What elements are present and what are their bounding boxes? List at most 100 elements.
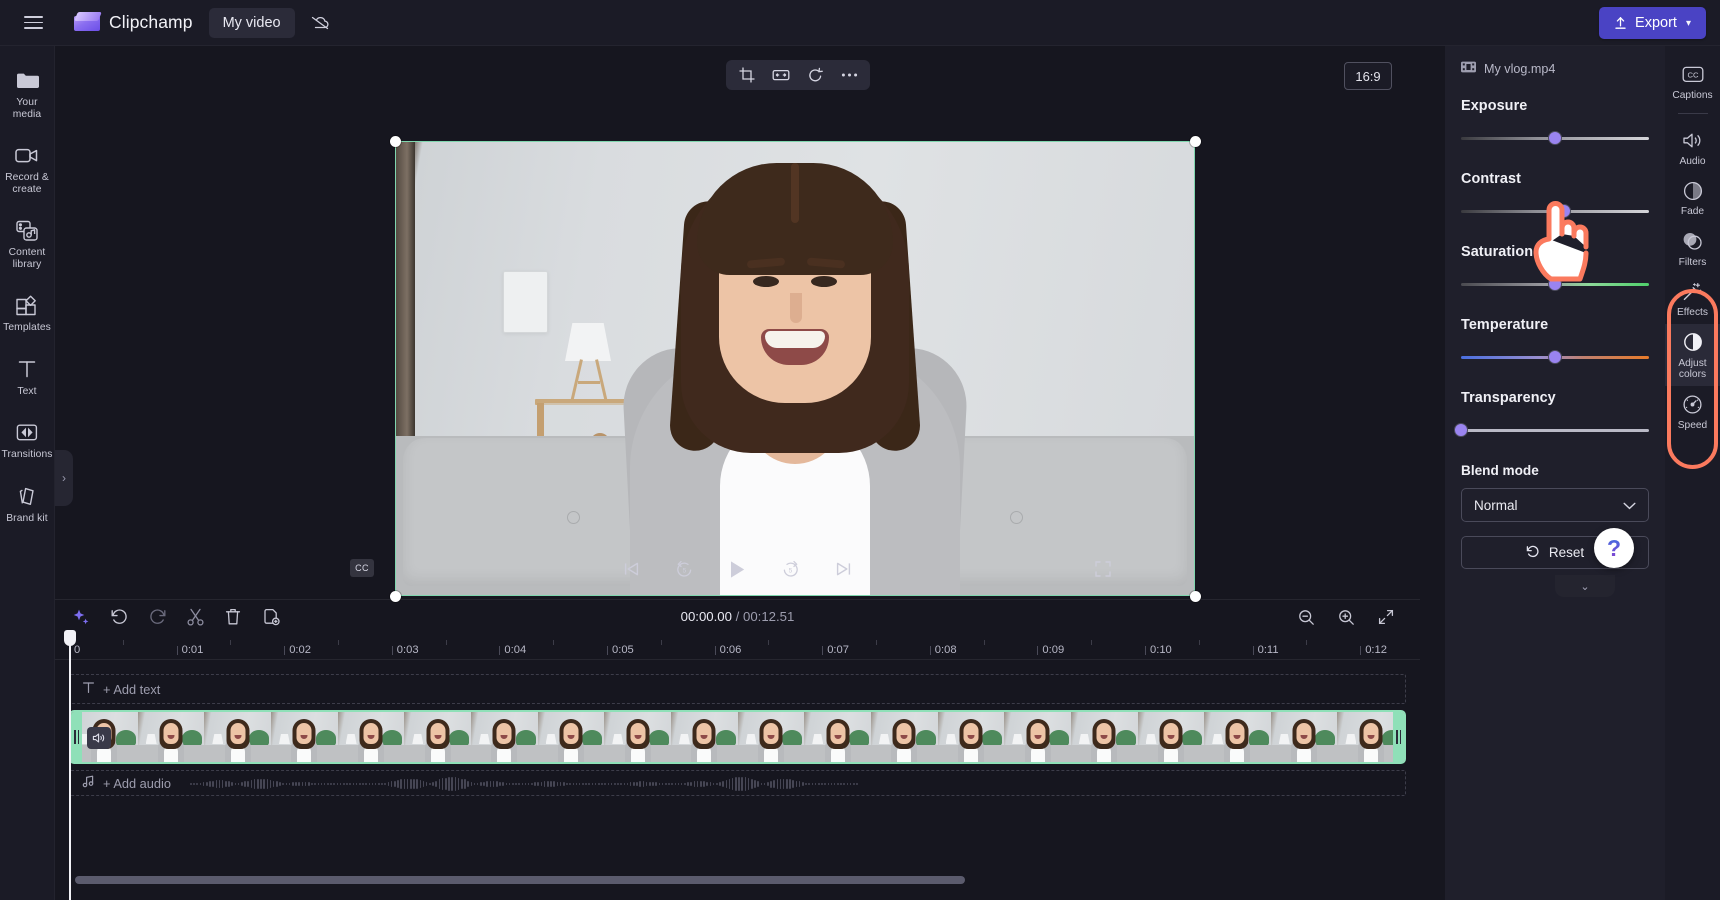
video-camera-icon (15, 144, 39, 167)
flip-horizontal-icon[interactable] (766, 62, 796, 88)
sidebar-item-label: Content (8, 247, 46, 258)
transitions-icon (15, 421, 39, 444)
forward-5-icon[interactable]: 5 (777, 555, 805, 583)
ellipsis-icon[interactable] (834, 62, 864, 88)
total-time: 00:12.51 (743, 609, 795, 624)
export-label: Export (1635, 15, 1677, 31)
clip-audio-icon[interactable] (87, 727, 111, 749)
music-note-icon (82, 775, 95, 791)
sidebar-item-transitions[interactable]: Transitions (0, 412, 55, 467)
saturation-label: Saturation (1461, 244, 1534, 260)
left-sidebar: Your media Record & create Content libra… (0, 46, 55, 900)
tab-label: Filters (1678, 256, 1707, 268)
fade-icon (1681, 179, 1705, 202)
add-text-track[interactable]: + Add text (69, 674, 1406, 704)
slider-thumb[interactable] (1454, 423, 1468, 437)
brand: Clipchamp (74, 11, 193, 34)
ruler-minor-tick (660, 640, 662, 645)
playhead-knob[interactable] (64, 630, 76, 646)
folder-icon (15, 69, 39, 92)
skip-end-icon[interactable] (830, 555, 858, 583)
sidebar-item-content-library[interactable]: Content library (0, 210, 55, 276)
rotate-icon[interactable] (800, 62, 830, 88)
ruler-label: 0:12 (1365, 644, 1387, 656)
timeline-ruler[interactable]: 0 0:01 0:02 0:03 0:04 0:05 0:06 0:07 0:08 0:09 0:1… (55, 634, 1420, 660)
sidebar-item-your-media[interactable]: Your media (0, 60, 55, 126)
sidebar-item-brand-kit[interactable]: Brand kit (0, 476, 55, 531)
cloud-off-icon[interactable] (303, 8, 337, 38)
video-clip[interactable] (69, 710, 1406, 764)
skip-start-icon[interactable] (618, 555, 646, 583)
clip-thumbnail (470, 712, 538, 762)
sidebar-item-label: Record & (5, 172, 49, 183)
collapse-panel-chevron[interactable]: ⌄ (1555, 575, 1615, 597)
tab-fade[interactable]: Fade (1665, 172, 1720, 223)
slider-thumb[interactable] (1557, 204, 1572, 218)
sidebar-item-templates[interactable]: Templates (0, 285, 55, 340)
tab-filters[interactable]: Filters (1665, 223, 1720, 274)
expand-left-panel-button[interactable]: › (55, 450, 73, 506)
tab-effects[interactable]: Effects (1665, 273, 1720, 324)
tab-speed[interactable]: Speed (1665, 386, 1720, 437)
ruler-minor-tick (1198, 640, 1200, 645)
sidebar-item-label: Brand kit (6, 512, 48, 524)
crop-icon[interactable] (732, 62, 762, 88)
exposure-label: Exposure (1461, 98, 1528, 114)
right-sidebar: CC Captions Audio Fade Filters Effects A… (1665, 46, 1720, 900)
clip-trim-handle-left[interactable] (71, 712, 82, 762)
resize-handle-top-right[interactable] (1189, 135, 1201, 147)
clipchamp-logo-icon (74, 11, 102, 34)
help-button[interactable]: ? (1594, 528, 1634, 568)
timeline-tracks: + Add text + Add audio (55, 660, 1420, 796)
transparency-slider[interactable] (1454, 423, 1649, 437)
aspect-ratio-button[interactable]: 16:9 (1344, 62, 1392, 90)
temperature-slider[interactable] (1461, 350, 1649, 364)
ruler-label: 0:11 (1257, 644, 1279, 656)
add-audio-track[interactable]: + Add audio (69, 770, 1406, 796)
contrast-slider[interactable] (1461, 204, 1649, 218)
clip-thumbnail (1204, 712, 1271, 762)
ruler-minor-tick (553, 640, 555, 645)
tab-label: Audio (1679, 155, 1706, 167)
sidebar-item-record-create[interactable]: Record & create (0, 135, 55, 201)
rewind-5-icon[interactable]: 5 (671, 555, 699, 583)
tab-adjust-colors[interactable]: Adjust colors (1665, 323, 1720, 386)
blend-mode-value: Normal (1474, 497, 1518, 513)
effects-wand-icon (1681, 280, 1705, 303)
help-glyph: ? (1606, 534, 1622, 561)
svg-text:CC: CC (1687, 70, 1698, 79)
exposure-slider[interactable] (1461, 131, 1649, 145)
sidebar-item-text[interactable]: Text (0, 349, 55, 404)
sidebar-item-label: Transitions (1, 449, 53, 460)
hamburger-icon[interactable] (12, 0, 54, 46)
video-frame (395, 141, 1195, 596)
fullscreen-icon[interactable] (1091, 557, 1115, 581)
slider-thumb[interactable] (1548, 277, 1562, 291)
tab-audio[interactable]: Audio (1665, 122, 1720, 173)
video-preview[interactable] (389, 135, 1201, 602)
resize-handle-top-left[interactable] (389, 135, 401, 147)
ruler-label: 0:05 (612, 644, 634, 656)
slider-track (1461, 210, 1649, 214)
tab-captions[interactable]: CC Captions (1665, 56, 1720, 107)
fit-to-screen-icon[interactable] (1374, 605, 1398, 629)
clip-trim-handle-right[interactable] (1393, 712, 1404, 762)
blend-mode-select[interactable]: Normal (1461, 488, 1649, 522)
play-button[interactable] (724, 555, 752, 583)
ruler-tick (1252, 646, 1254, 655)
ruler-tick (1145, 646, 1146, 655)
slider-thumb[interactable] (1548, 131, 1562, 145)
preview-stage: 16:9 (55, 46, 1420, 602)
zoom-out-icon[interactable] (1294, 605, 1318, 629)
playhead[interactable] (64, 630, 76, 900)
ruler-tick (607, 646, 608, 655)
export-button[interactable]: Export ▾ (1599, 7, 1706, 39)
zoom-in-icon[interactable] (1334, 605, 1358, 629)
clip-thumbnail (604, 712, 671, 762)
saturation-slider[interactable] (1461, 277, 1649, 291)
project-name-chip[interactable]: My video (208, 7, 295, 38)
timeline-toolbar: 00:00.00 / 00:12.51 (55, 600, 1420, 634)
selected-file-row: My vlog.mp4 (1461, 60, 1649, 78)
slider-thumb[interactable] (1548, 350, 1562, 364)
timeline-horizontal-scrollbar[interactable] (75, 876, 965, 884)
